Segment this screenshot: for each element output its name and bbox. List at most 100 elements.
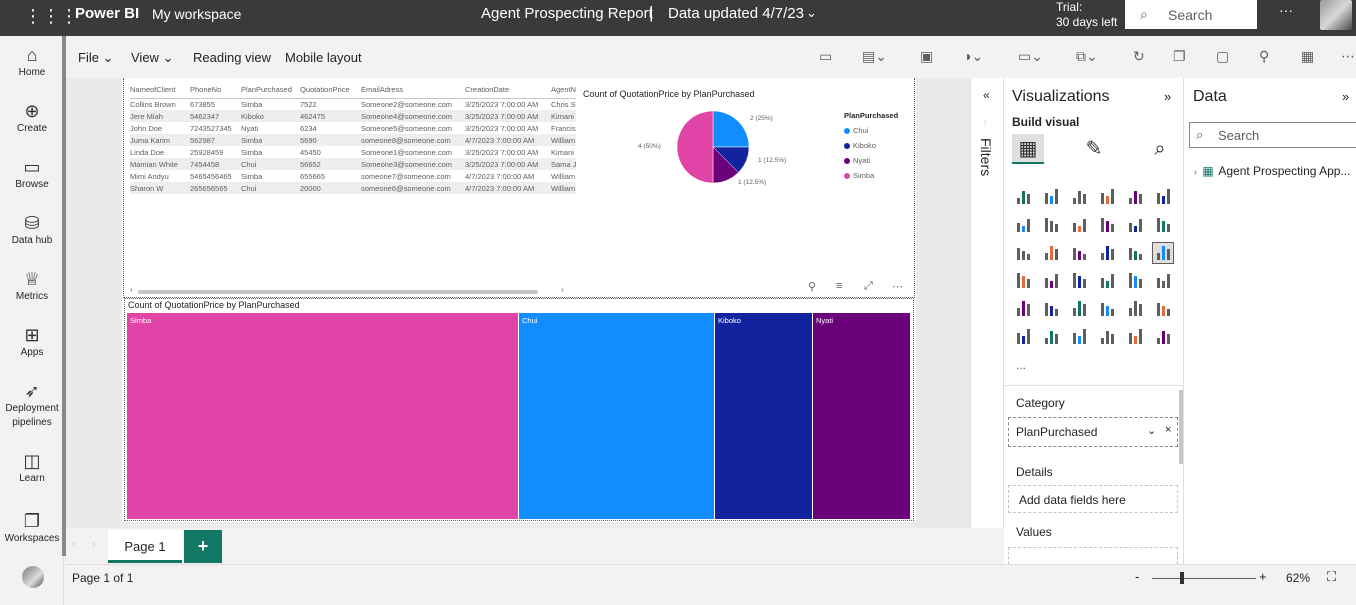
visual-type-icon[interactable] bbox=[1124, 270, 1146, 292]
more-options-icon[interactable]: ⋯ bbox=[892, 280, 903, 293]
treemap-tile[interactable]: Chui bbox=[519, 313, 715, 519]
analytics-tab-icon[interactable]: ⌕ bbox=[1144, 134, 1176, 164]
present-icon[interactable]: ▭⌄ bbox=[1018, 48, 1043, 65]
filters-pane-collapsed[interactable]: « ⫶ Filters bbox=[970, 78, 1004, 528]
column-header[interactable]: AgentN bbox=[551, 82, 576, 99]
column-header[interactable]: CreationDate bbox=[465, 82, 551, 99]
pane-scrollbar[interactable] bbox=[1179, 390, 1183, 464]
workspace-name[interactable]: My workspace bbox=[152, 6, 241, 22]
legend-item[interactable]: Kiboko bbox=[844, 138, 898, 153]
table-row[interactable]: John Doe 7243527345 Nyati 6234 Someone5@some… bbox=[130, 122, 576, 134]
pie-slice[interactable] bbox=[676, 110, 714, 184]
visual-type-icon[interactable] bbox=[1068, 270, 1090, 292]
nav-create[interactable]: ⊕ Create bbox=[0, 100, 64, 136]
collapse-pane-icon[interactable]: » bbox=[1164, 89, 1171, 104]
visual-type-icon[interactable] bbox=[1068, 242, 1090, 264]
zoom-level[interactable]: 62% bbox=[1286, 571, 1310, 585]
data-updated-label[interactable]: Data updated 4/7/23 bbox=[668, 5, 804, 22]
scrollbar-thumb[interactable] bbox=[138, 290, 538, 294]
visual-type-icon[interactable] bbox=[1012, 326, 1034, 348]
visual-type-icon[interactable] bbox=[1012, 270, 1034, 292]
nav-home[interactable]: ⌂ Home bbox=[0, 44, 64, 80]
reading-view-button[interactable]: Reading view bbox=[193, 50, 271, 65]
pin-icon[interactable]: ⚲ bbox=[1259, 48, 1269, 65]
nav-data-hub[interactable]: ⛁ Data hub bbox=[0, 212, 64, 248]
global-search-input[interactable]: ⌕ Search bbox=[1125, 0, 1257, 29]
visual-type-icon[interactable] bbox=[1040, 214, 1062, 236]
subscribe-icon[interactable]: ▤⌄ bbox=[862, 48, 887, 65]
visual-type-icon[interactable] bbox=[1012, 186, 1034, 208]
table-row[interactable]: Mimi Andyu 5465456465 Simba 655665 someone7@… bbox=[130, 170, 576, 182]
save-icon[interactable]: ▢ bbox=[1216, 48, 1229, 65]
build-visual-tab-icon[interactable]: ▦ bbox=[1012, 134, 1044, 164]
comment-icon[interactable]: ▭ bbox=[819, 48, 832, 65]
visual-type-icon[interactable] bbox=[1124, 214, 1146, 236]
brand-name[interactable]: Power BI bbox=[75, 5, 139, 22]
visual-type-icon[interactable] bbox=[1152, 186, 1174, 208]
more-visuals-icon[interactable]: ... bbox=[1016, 358, 1026, 372]
refresh-icon[interactable]: ↻ bbox=[1133, 48, 1145, 65]
visual-type-icon[interactable] bbox=[1096, 242, 1118, 264]
nav-metrics[interactable]: ♕ Metrics bbox=[0, 268, 64, 304]
focus-mode-icon[interactable]: ⤢ bbox=[864, 280, 873, 293]
visual-type-icon[interactable] bbox=[1124, 326, 1146, 348]
table-horizontal-scrollbar[interactable]: ‹ › bbox=[130, 285, 568, 295]
visual-type-icon[interactable] bbox=[1012, 298, 1034, 320]
duplicate-icon[interactable]: ❐ bbox=[1173, 48, 1186, 65]
shapes-icon[interactable]: ◑⌄ bbox=[963, 48, 983, 65]
visual-type-icon[interactable] bbox=[1012, 214, 1034, 236]
zoom-in-button[interactable]: + bbox=[1259, 569, 1267, 584]
workspace-avatar[interactable] bbox=[22, 566, 44, 588]
visual-type-icon[interactable] bbox=[1152, 242, 1174, 264]
visual-type-icon[interactable] bbox=[1124, 186, 1146, 208]
chevron-right-icon[interactable]: › bbox=[1194, 167, 1197, 177]
visual-type-icon[interactable] bbox=[1068, 214, 1090, 236]
visual-type-icon[interactable] bbox=[1152, 214, 1174, 236]
table-row[interactable]: Linda Doe 25928459 Simba 45450 Someone1@some… bbox=[130, 146, 576, 158]
visual-type-icon[interactable] bbox=[1096, 298, 1118, 320]
legend-item[interactable]: Chui bbox=[844, 123, 898, 138]
fit-to-page-icon[interactable]: ⛶ bbox=[1327, 569, 1336, 585]
user-avatar[interactable] bbox=[1320, 0, 1352, 30]
table-row[interactable]: Sharon W 265656565 Chui 20000 someone6@someo… bbox=[130, 182, 576, 194]
treemap-tile[interactable]: Nyati bbox=[813, 313, 911, 519]
visual-type-icon[interactable] bbox=[1040, 242, 1062, 264]
legend-item[interactable]: Simba bbox=[844, 168, 898, 183]
pin-visual-icon[interactable]: ⚲ bbox=[808, 280, 816, 293]
copy-icon[interactable]: ⧉⌄ bbox=[1076, 48, 1098, 65]
column-header[interactable]: NameofClient bbox=[130, 82, 190, 99]
table-row[interactable]: Jere Miah 5462347 Kiboko 462475 Someone4@som… bbox=[130, 110, 576, 122]
data-table-item[interactable]: › ▦ Agent Prospecting App... bbox=[1194, 164, 1350, 178]
visual-type-icon[interactable] bbox=[1012, 242, 1034, 264]
zoom-slider-thumb[interactable] bbox=[1180, 572, 1184, 584]
expand-filters-icon[interactable]: « bbox=[983, 88, 990, 102]
collapse-pane-icon[interactable]: » bbox=[1342, 89, 1349, 104]
remove-field-icon[interactable]: × bbox=[1165, 424, 1171, 436]
teams-icon[interactable]: ▦ bbox=[1301, 48, 1314, 65]
column-header[interactable]: EmailAdress bbox=[361, 82, 465, 99]
visual-type-icon[interactable] bbox=[1068, 186, 1090, 208]
legend-item[interactable]: Nyati bbox=[844, 153, 898, 168]
notes-icon[interactable]: ▣ bbox=[920, 48, 933, 65]
table-row[interactable]: Collins Brown 673855 Simba 7522 Someone2@som… bbox=[130, 98, 576, 110]
pie-slice[interactable] bbox=[712, 110, 750, 148]
category-field[interactable]: PlanPurchased bbox=[1016, 425, 1097, 439]
visual-type-icon[interactable] bbox=[1096, 326, 1118, 348]
column-header[interactable]: QuotationPrice bbox=[300, 82, 361, 99]
next-page-icon[interactable]: › bbox=[92, 539, 96, 551]
nav-browse[interactable]: ▭ Browse bbox=[0, 156, 64, 192]
client-table[interactable]: NameofClient PhoneNo PlanPurchased Quota… bbox=[130, 82, 576, 194]
zoom-slider-track[interactable] bbox=[1152, 578, 1256, 579]
data-search-input[interactable]: ⌕ Search bbox=[1189, 122, 1356, 148]
chevron-down-icon[interactable]: ⌄ bbox=[1147, 424, 1156, 437]
visual-type-icon[interactable] bbox=[1040, 326, 1062, 348]
zoom-out-button[interactable]: - bbox=[1135, 569, 1139, 584]
tab-page-1[interactable]: Page 1 bbox=[108, 530, 182, 563]
visual-type-icon[interactable] bbox=[1096, 214, 1118, 236]
app-launcher-icon[interactable]: ⋮⋮⋮ bbox=[24, 6, 78, 27]
visual-type-icon[interactable] bbox=[1096, 186, 1118, 208]
visual-type-icon[interactable] bbox=[1068, 298, 1090, 320]
trial-badge[interactable]: Trial: 30 days left bbox=[1056, 0, 1117, 30]
nav-workspaces[interactable]: ❐ Workspaces bbox=[0, 510, 64, 546]
mobile-layout-button[interactable]: Mobile layout bbox=[285, 50, 362, 65]
